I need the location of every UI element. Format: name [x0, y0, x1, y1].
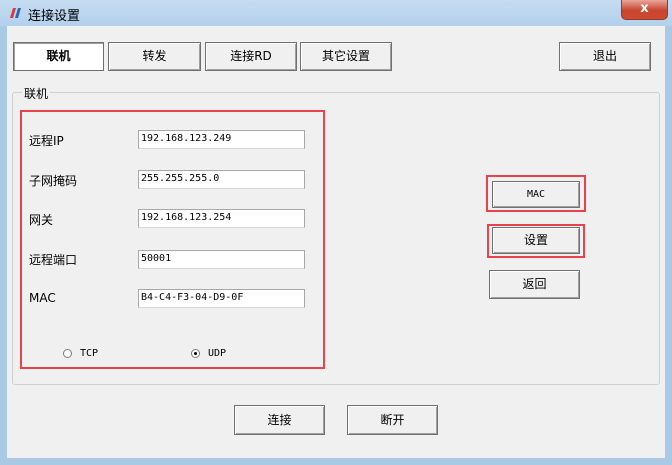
tab-forward[interactable]: 转发 [108, 42, 201, 71]
title-bar: 连接设置 [0, 0, 672, 26]
fields-highlight [20, 110, 325, 369]
app-icon [10, 8, 21, 18]
disconnect-button[interactable]: 断开 [347, 405, 438, 435]
close-button[interactable]: x [621, 0, 668, 20]
groupbox-title: 联机 [22, 85, 51, 102]
exit-button[interactable]: 退出 [559, 42, 651, 71]
mac-highlight [486, 175, 586, 212]
back-button[interactable]: 返回 [489, 270, 580, 299]
set-highlight [487, 224, 585, 258]
tab-connect[interactable]: 联机 [13, 42, 104, 71]
tab-connect-rd[interactable]: 连接RD [205, 42, 297, 71]
window-title: 连接设置 [28, 9, 81, 24]
tab-other-settings[interactable]: 其它设置 [300, 42, 392, 71]
connect-button[interactable]: 连接 [234, 405, 325, 435]
